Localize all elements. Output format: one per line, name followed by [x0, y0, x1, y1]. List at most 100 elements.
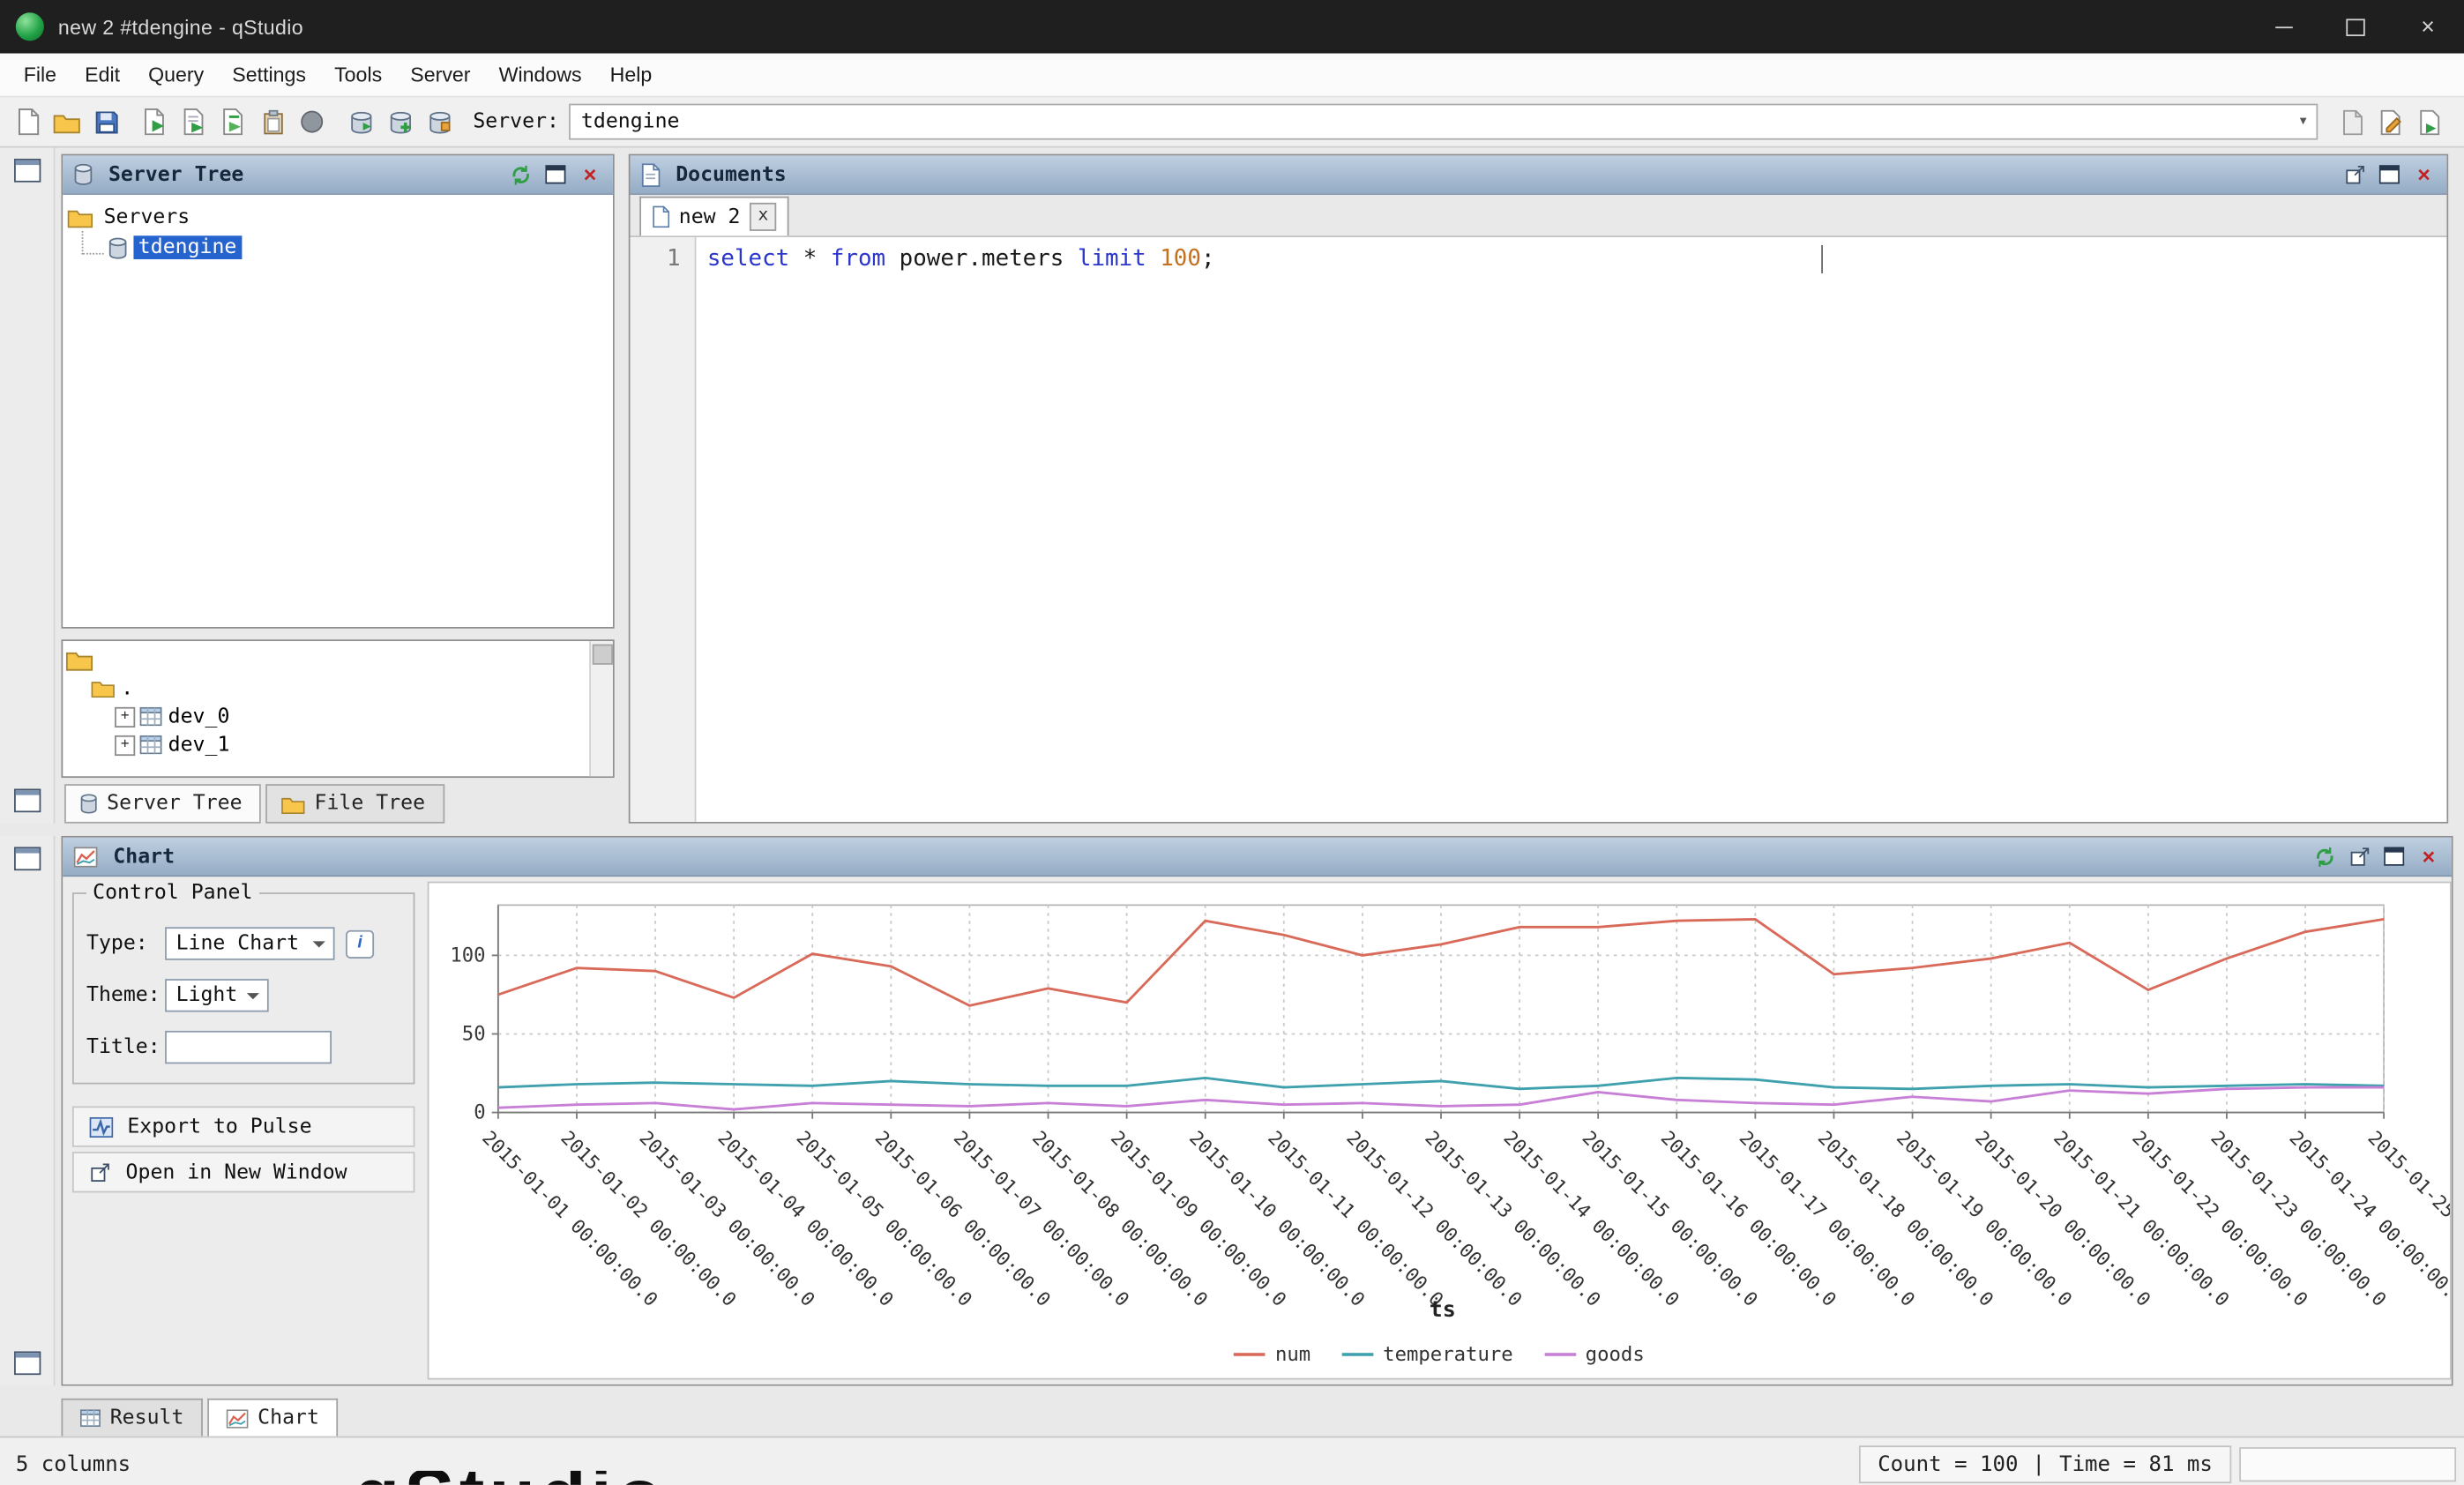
tree-node-servers[interactable]: Servers: [68, 203, 609, 233]
window-title: new 2 #tdengine - qStudio: [58, 15, 303, 39]
popout-panel-icon[interactable]: [2345, 842, 2375, 870]
tree-node-dev_0[interactable]: + dev_0: [66, 703, 586, 731]
left-dock-strip: [0, 147, 55, 823]
run-query-icon[interactable]: [137, 104, 173, 140]
upper-dock-area: Server Tree ×: [0, 147, 2464, 823]
maximize-panel-icon[interactable]: [2374, 160, 2404, 189]
send-query-icon[interactable]: [215, 104, 251, 140]
minimize-icon: [2274, 26, 2292, 27]
tab-file-tree[interactable]: File Tree: [265, 784, 444, 824]
server-tree-title: Server Tree: [108, 162, 243, 186]
query-stats-cell: Count = 100 | Time = 81 ms: [1859, 1444, 2231, 1482]
dock-window-icon[interactable]: [13, 847, 40, 870]
chart-panel: Chart × Control Pane: [61, 836, 2453, 1386]
y-tick-label: 100: [450, 944, 485, 967]
server-tree-column: Server Tree ×: [61, 154, 614, 824]
open-in-new-window-button[interactable]: Open in New Window: [72, 1152, 414, 1192]
dock-window-icon[interactable]: [13, 159, 40, 183]
run-line-icon[interactable]: [176, 104, 213, 140]
chart-title-input[interactable]: [165, 1031, 332, 1063]
code-line: select * from power.meters limit 100;: [707, 242, 2447, 276]
sql-token: *: [789, 247, 831, 272]
menu-help[interactable]: Help: [596, 56, 667, 93]
server-combobox[interactable]: tdengine ▾: [569, 104, 2318, 140]
toolbar-right-group: [2333, 104, 2452, 140]
chart-theme-select[interactable]: Light: [165, 979, 269, 1011]
menu-server[interactable]: Server: [396, 56, 484, 93]
menu-settings[interactable]: Settings: [218, 56, 320, 93]
close-tab-icon[interactable]: x: [750, 203, 776, 231]
tree-node-label: dev_0: [168, 705, 230, 728]
sql-editor[interactable]: 1 select * from power.meters limit 100;: [631, 237, 2447, 822]
minimize-button[interactable]: [2247, 0, 2319, 54]
save-icon[interactable]: [88, 104, 124, 140]
tab-label: File Tree: [315, 792, 426, 816]
sql-token: 100: [1160, 247, 1201, 272]
maximize-panel-icon[interactable]: [2379, 842, 2409, 870]
open-file-icon[interactable]: [49, 104, 85, 140]
tab-server-tree[interactable]: Server Tree: [64, 784, 261, 824]
expand-icon[interactable]: +: [115, 735, 135, 755]
export-to-pulse-button[interactable]: Export to Pulse: [72, 1106, 414, 1146]
file-mini-tree: . + dev_0 + dev_1: [63, 641, 589, 776]
paste-icon[interactable]: [255, 104, 291, 140]
close-panel-icon[interactable]: ×: [2409, 160, 2439, 189]
tree-node-dot[interactable]: .: [66, 674, 586, 702]
folder-icon: [281, 795, 305, 813]
dock-window-icon[interactable]: [13, 789, 40, 813]
app-logo-icon: [16, 12, 44, 41]
close-window-button[interactable]: ×: [2392, 0, 2464, 54]
legend-label: goods: [1586, 1342, 1645, 1366]
scrollbar-thumb[interactable]: [593, 645, 613, 665]
background-window-text: qStudio: [354, 1471, 781, 1485]
chart-icon: [227, 1408, 249, 1427]
server-tree-header: Server Tree ×: [63, 155, 613, 195]
maximize-button[interactable]: [2319, 0, 2392, 54]
open-in-explorer-icon[interactable]: [2412, 104, 2448, 140]
maximize-panel-icon[interactable]: [541, 160, 571, 189]
info-icon[interactable]: i: [346, 929, 374, 958]
refresh-server-icon[interactable]: [342, 104, 378, 140]
server-settings-icon[interactable]: [422, 104, 458, 140]
expand-icon[interactable]: +: [115, 706, 135, 727]
menu-edit[interactable]: Edit: [71, 56, 134, 93]
refresh-server-tree-icon[interactable]: [506, 160, 536, 189]
close-panel-icon[interactable]: ×: [2414, 842, 2444, 870]
tab-new-2[interactable]: new 2 x: [639, 197, 789, 236]
tree-node-label: Servers: [99, 205, 194, 229]
tree-node-root-folder[interactable]: [66, 645, 586, 674]
refresh-chart-icon[interactable]: [2310, 842, 2340, 870]
tree-node-tdengine[interactable]: tdengine: [68, 233, 609, 263]
vertical-scrollbar[interactable]: [589, 641, 613, 776]
add-server-icon[interactable]: [382, 104, 418, 140]
text-caret: [1821, 245, 1823, 273]
menu-query[interactable]: Query: [134, 56, 218, 93]
document-icon: [652, 205, 669, 228]
chart-theme-value: Light: [176, 983, 238, 1007]
menu-windows[interactable]: Windows: [485, 56, 596, 93]
dock-window-icon[interactable]: [13, 1351, 40, 1375]
tab-result[interactable]: Result: [61, 1399, 202, 1436]
table-icon: [140, 707, 162, 726]
tab-chart[interactable]: Chart: [207, 1399, 338, 1436]
stats-separator: |: [2033, 1451, 2046, 1477]
code-area[interactable]: select * from power.meters limit 100;: [696, 237, 2446, 822]
x-axis-title: ts: [498, 1298, 2387, 1324]
theme-label: Theme:: [86, 983, 165, 1007]
tree-node-dev_1[interactable]: + dev_1: [66, 731, 586, 759]
recent-documents-icon[interactable]: [2333, 104, 2370, 140]
menu-file[interactable]: File: [10, 56, 71, 93]
menu-tools[interactable]: Tools: [320, 56, 396, 93]
maximize-icon: [2346, 18, 2364, 35]
stop-icon[interactable]: [294, 104, 330, 140]
series-line-goods: [498, 1087, 2384, 1109]
sql-token: select: [707, 247, 789, 272]
new-document-icon[interactable]: [10, 104, 46, 140]
legend-item: goods: [1544, 1342, 1644, 1366]
chart-type-select[interactable]: Line Chart: [165, 927, 334, 959]
close-panel-icon[interactable]: ×: [575, 160, 605, 189]
popout-panel-icon[interactable]: [2340, 160, 2370, 189]
server-combobox-value: tdengine: [581, 110, 680, 134]
qstudio-window: new 2 #tdengine - qStudio × File Edit Qu…: [0, 0, 2464, 1485]
edit-document-icon[interactable]: [2373, 104, 2409, 140]
